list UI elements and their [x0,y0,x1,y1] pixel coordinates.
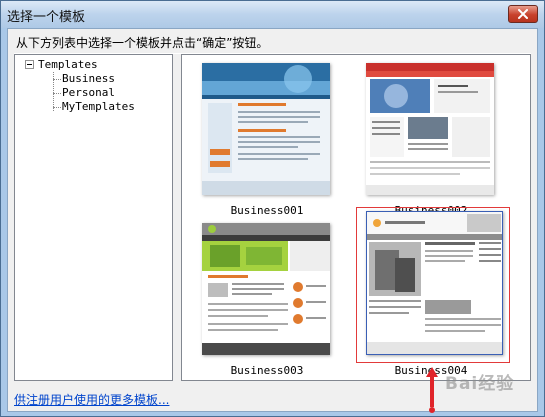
template-category-tree[interactable]: Templates Business Personal MyTemplates [14,54,173,381]
arrow-pointer-icon [426,367,438,413]
tree-item-label: Personal [62,86,115,99]
template-name: Business001 [230,204,304,217]
more-templates-link[interactable]: 供注册用户使用的更多模板... [14,391,169,408]
collapse-toggle-icon[interactable] [25,60,34,69]
close-icon [518,9,528,19]
template-name: Business003 [230,364,304,377]
template-thumbnail-gray [366,211,503,355]
tree-item-label: Business [62,72,115,85]
template-gallery[interactable]: Business001 Business003 [181,54,531,381]
tree-connector [53,72,54,111]
template-thumbnail-green [202,223,330,355]
template-thumbnail-red [366,63,494,195]
dialog-window: 选择一个模板 从下方列表中选择一个模板并点击“确定”按钮。 Templates … [0,0,545,417]
watermark-logo: Bai经验 [445,374,515,394]
tree-item-label: MyTemplates [62,100,135,113]
dialog-client-area: 从下方列表中选择一个模板并点击“确定”按钮。 Templates Busines… [7,28,538,412]
template-thumbnail-blue [202,63,330,195]
window-title: 选择一个模板 [7,10,86,25]
instruction-text: 从下方列表中选择一个模板并点击“确定”按钮。 [16,36,269,50]
tree-root-label: Templates [38,58,98,71]
close-button[interactable] [508,5,538,23]
title-bar[interactable]: 选择一个模板 [1,1,544,28]
